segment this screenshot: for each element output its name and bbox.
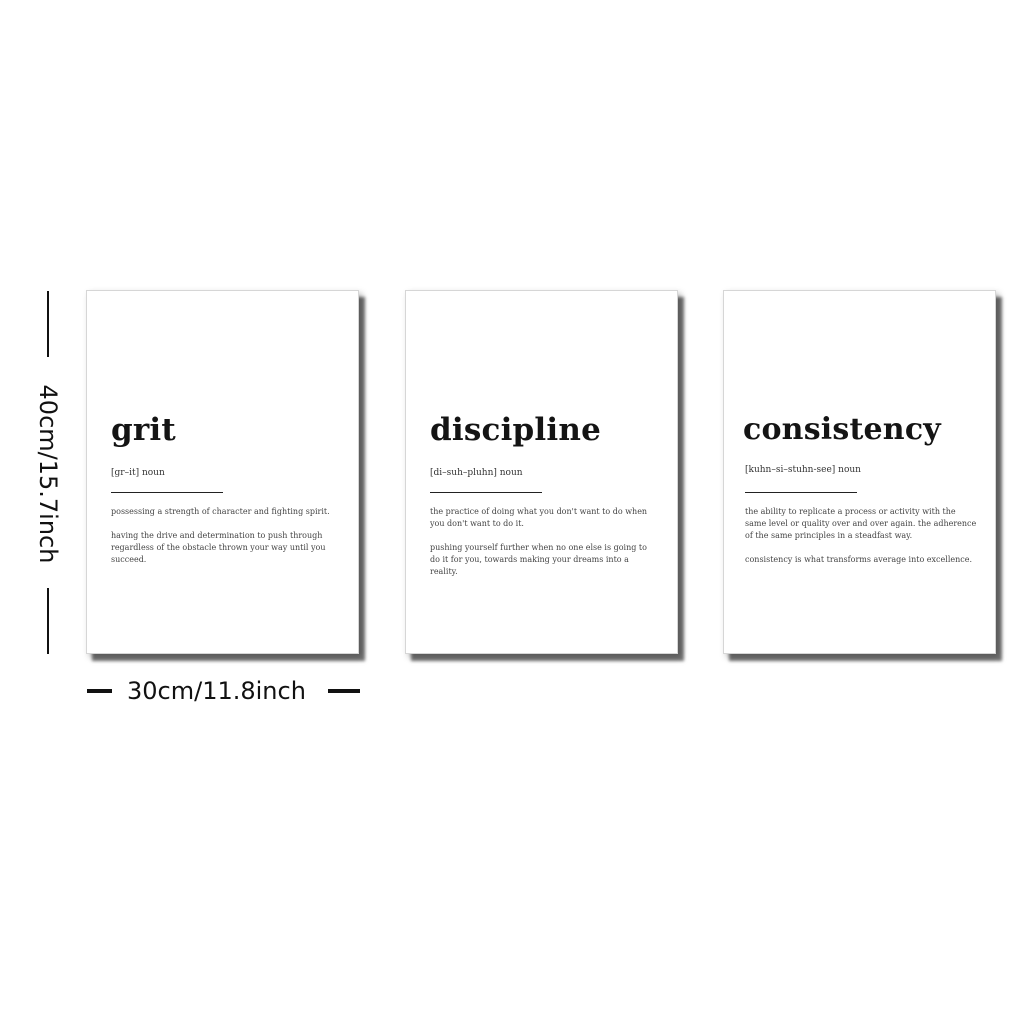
height-dimension-line-top [47, 291, 49, 357]
poster-pronunciation: [kuhn–si–stuhn-see] noun [745, 465, 861, 475]
poster-definitions: the practice of doing what you don't wan… [430, 506, 658, 590]
definition-text: the ability to replicate a process or ac… [745, 507, 977, 540]
poster-divider [430, 492, 542, 493]
poster-definitions: possessing a strength of character and f… [111, 506, 339, 578]
poster-divider [111, 492, 223, 493]
poster-consistency: consistency [kuhn–si–stuhn-see] noun the… [723, 290, 996, 654]
poster-definitions: the ability to replicate a process or ac… [745, 506, 977, 578]
definition-text: having the drive and determination to pu… [111, 531, 326, 564]
poster-pronunciation: [di–suh–pluhn] noun [430, 468, 523, 478]
poster-word: consistency [743, 412, 941, 447]
width-dimension-label: 30cm/11.8inch [127, 677, 306, 705]
poster-discipline: discipline [di–suh–pluhn] noun the pract… [405, 290, 678, 654]
definition-text: the practice of doing what you don't wan… [430, 507, 648, 528]
poster-divider [745, 492, 857, 493]
definition-text: pushing yourself further when no one els… [430, 543, 647, 576]
width-dimension-line-left [87, 689, 112, 693]
poster-grit: grit [gr–it] noun possessing a strength … [86, 290, 359, 654]
height-dimension-label: 40cm/15.7inch [34, 384, 62, 564]
width-dimension-line-right [328, 689, 360, 693]
definition-text: consistency is what transforms average i… [745, 555, 973, 564]
poster-pronunciation: [gr–it] noun [111, 468, 165, 478]
poster-word: grit [111, 412, 176, 448]
poster-word: discipline [430, 412, 602, 448]
definition-text: possessing a strength of character and f… [111, 507, 330, 516]
height-dimension-line-bottom [47, 588, 49, 654]
product-image: 40cm/15.7inch 30cm/11.8inch grit [gr–it]… [0, 0, 1024, 1024]
